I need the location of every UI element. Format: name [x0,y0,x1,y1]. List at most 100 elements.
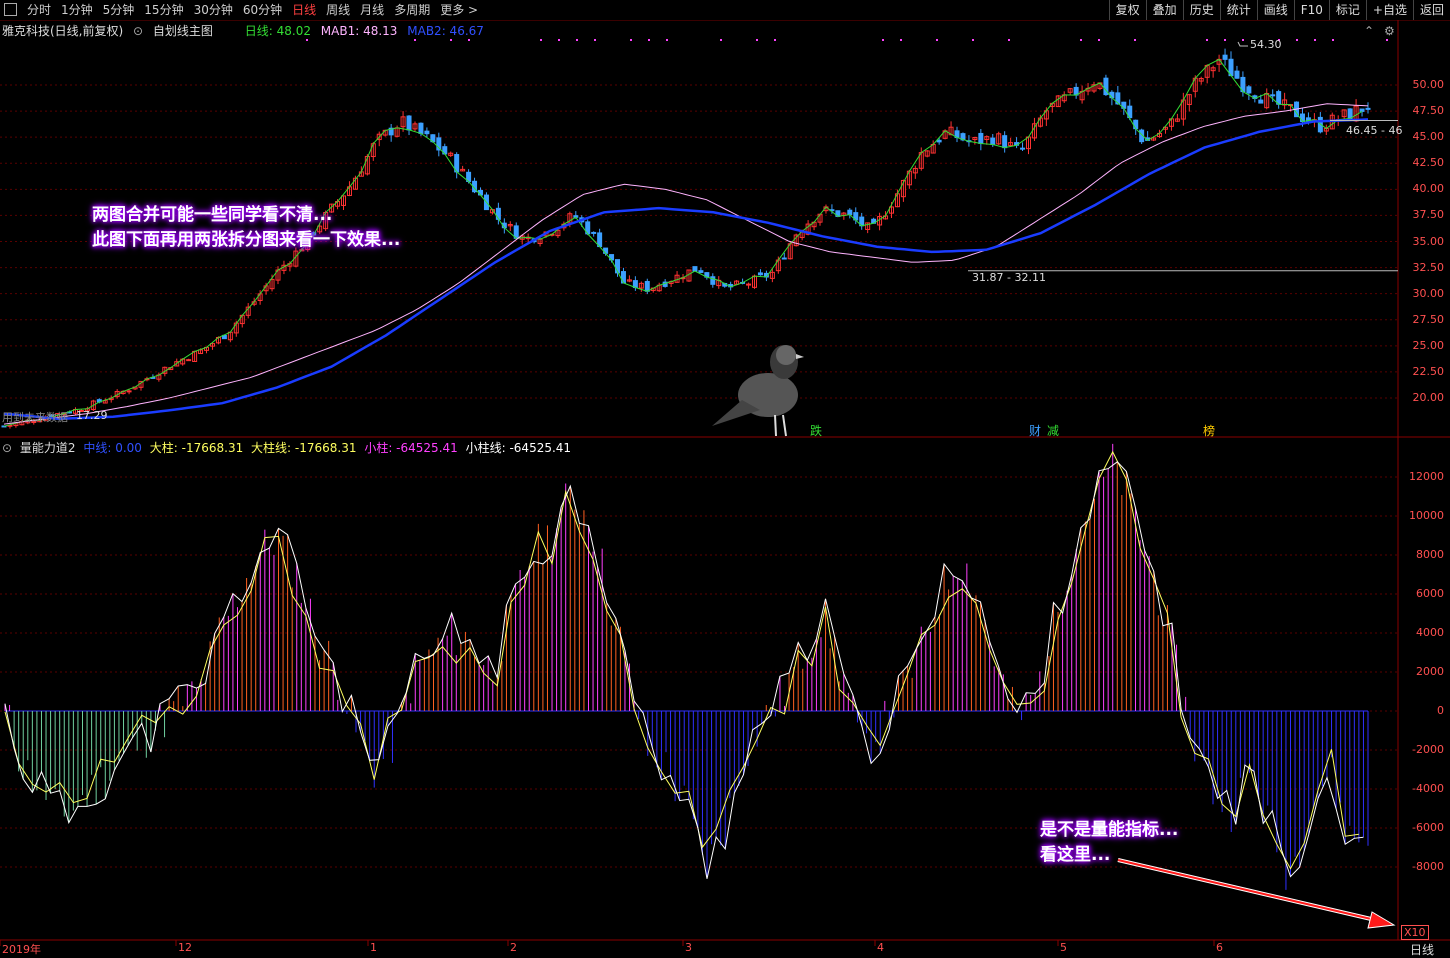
lower-y-tick: 2000 [1416,665,1444,678]
signal-dot [1332,39,1334,41]
signal-dot [1242,39,1244,41]
event-marker-1[interactable]: 跌 [810,422,822,439]
ma1-line [4,104,1368,424]
upper-y-tick: 40.00 [1413,182,1445,195]
candle-body [979,133,983,143]
zoom-x10-badge[interactable]: X10 [1401,925,1429,940]
candle-body [604,248,608,253]
signal-dot [306,39,308,41]
candle-body [425,131,429,134]
lower-y-tick: 8000 [1416,548,1444,561]
candle-body [592,232,596,233]
candle-body [1003,136,1007,148]
arrow-shaft [1118,860,1384,922]
period-indicator[interactable]: 日线 [1410,941,1434,958]
candle-body [1300,114,1304,121]
signal-dot [1296,39,1298,41]
signal-dot [936,39,938,41]
candle-body [407,116,411,130]
candle-body [758,273,762,275]
lower-y-tick: -8000 [1412,860,1444,873]
x-tick: 4 [877,941,884,954]
signal-dot [450,39,452,41]
pigeon-beak [796,354,804,359]
lower-y-tick: -6000 [1412,821,1444,834]
lower-y-tick: 10000 [1409,509,1444,522]
upper-y-tick: 42.50 [1413,156,1445,169]
candle-body [991,138,995,144]
candle-body [1021,148,1025,149]
lower-y-tick: 6000 [1416,587,1444,600]
event-marker-3[interactable]: 减 [1047,422,1059,439]
signal-dot [1134,39,1136,41]
lower-y-tick: 4000 [1416,626,1444,639]
signal-dot [1080,39,1082,41]
signal-dot [720,39,722,41]
event-marker-2[interactable]: 财 [1029,422,1041,439]
upper-y-tick: 45.00 [1413,130,1445,143]
future-data-note: 用到未来数据 [2,409,68,425]
signal-dot [1206,39,1208,41]
signal-dot [1098,39,1100,41]
low-value-label: 17.29 [76,409,108,422]
candle-body [645,281,649,291]
x-tick: 1 [370,941,377,954]
lower-y-tick: -2000 [1412,743,1444,756]
x-tick: 2019年 [2,941,41,957]
candle-body [127,391,131,392]
upper-y-tick: 47.50 [1413,104,1445,117]
upper-y-tick: 25.00 [1413,339,1445,352]
lower-y-tick: -4000 [1412,782,1444,795]
peak-label: 54.30 [1250,38,1282,51]
chart-canvas [0,0,1450,956]
candle-body [1134,120,1138,128]
small-bar-line [5,462,1363,879]
candle-body [782,258,786,259]
event-marker-4[interactable]: 榜 [1203,422,1215,439]
signal-dot [1386,39,1388,41]
upper-y-tick: 20.00 [1413,391,1445,404]
lower-y-tick: 0 [1437,704,1444,717]
x-tick: 6 [1216,941,1223,954]
candle-body [1271,95,1275,96]
signal-dot [756,39,758,41]
x-tick: 3 [685,941,692,954]
signal-dot [468,39,470,41]
signal-dot [882,39,884,41]
peak-pointer [1238,42,1248,46]
candle-body [1247,87,1251,93]
upper-y-tick: 35.00 [1413,235,1445,248]
arrow-head [1368,912,1394,928]
candle-body [1360,109,1364,111]
upper-y-tick: 30.00 [1413,287,1445,300]
signal-dot [666,39,668,41]
signal-dot [1008,39,1010,41]
candle-body [496,208,500,219]
signal-dot [414,39,416,41]
signal-dot [558,39,560,41]
candle-body [187,360,191,361]
signal-dot [900,39,902,41]
pigeon-leg [775,415,776,436]
candle-body [419,123,423,133]
signal-dot [972,39,974,41]
lower-y-tick: 12000 [1409,470,1444,483]
signal-dot [630,39,632,41]
annotation-top: 两图合并可能一些同学看不清... 此图下面再用两张拆分图来看一下效果... [92,203,400,253]
signal-dot [594,39,596,41]
candle-body [1259,100,1263,103]
upper-y-tick: 37.50 [1413,208,1445,221]
pigeon-head [776,345,796,365]
trough-label: 31.87 - 32.11 [972,271,1046,284]
candle-body [848,210,852,214]
annotation-bottom: 是不是量能指标... 看这里... [1040,818,1178,868]
candle-body [937,140,941,142]
signal-dot [1224,39,1226,41]
upper-y-tick: 32.50 [1413,261,1445,274]
upper-y-tick: 22.50 [1413,365,1445,378]
right-range-label: 46.45 - 46 [1346,124,1402,137]
x-tick: 12 [178,941,192,954]
upper-y-tick: 27.50 [1413,313,1445,326]
candle-body [1235,71,1239,78]
signal-dot [1314,39,1316,41]
